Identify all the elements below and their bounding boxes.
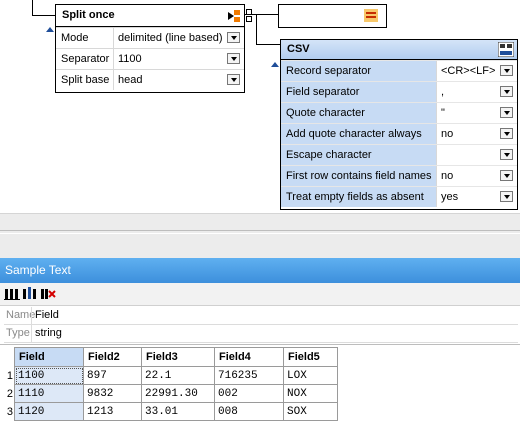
property-label: Treat empty fields as absent <box>281 187 436 207</box>
property-row[interactable]: Add quote character always no <box>281 123 517 144</box>
dropdown-arrow-icon[interactable] <box>500 128 513 139</box>
column-header[interactable]: Field5 <box>283 347 338 367</box>
row-number: 2 <box>6 387 13 400</box>
connector-line <box>32 15 55 16</box>
dropdown-arrow-icon[interactable] <box>500 149 513 160</box>
property-row[interactable]: First row contains field names no <box>281 165 517 186</box>
property-label: Record separator <box>281 61 436 81</box>
panel-title-bar: Sample Text <box>0 258 520 283</box>
dropdown-arrow-icon[interactable] <box>227 74 240 85</box>
table-cell[interactable]: 897 <box>83 366 142 385</box>
type-label: Type <box>6 327 30 339</box>
table-cell[interactable]: 22991.30 <box>141 384 215 403</box>
property-value[interactable]: head <box>113 70 244 90</box>
split-icon[interactable] <box>228 9 240 22</box>
table-cell[interactable]: 002 <box>214 384 284 403</box>
output-port[interactable] <box>246 9 252 15</box>
splitter-handle[interactable] <box>0 230 520 234</box>
name-value[interactable]: Field <box>31 307 59 324</box>
output-node[interactable] <box>278 4 387 28</box>
row-number: 1 <box>6 369 13 382</box>
table-cell[interactable]: NOX <box>283 384 338 403</box>
property-row[interactable]: Separator 1100 <box>56 48 244 69</box>
type-value[interactable]: string <box>31 325 62 342</box>
corner-cell <box>4 347 15 367</box>
property-label: Escape character <box>281 145 436 165</box>
delete-column-icon[interactable] <box>40 286 56 301</box>
panel-toolbar <box>0 283 520 306</box>
property-row[interactable]: Treat empty fields as absent yes <box>281 186 517 207</box>
split-once-header[interactable]: Split once <box>56 5 252 27</box>
column-insert-icon[interactable] <box>22 286 38 301</box>
column-header[interactable]: Field3 <box>141 347 215 367</box>
output-port[interactable] <box>246 16 252 22</box>
property-label: Mode <box>61 32 89 44</box>
table-row[interactable]: 2 1110 9832 22991.30 002 NOX <box>4 384 338 403</box>
property-row[interactable]: Quote character " <box>281 102 517 123</box>
column-header[interactable]: Field4 <box>214 347 284 367</box>
table-cell[interactable]: 1110 <box>14 384 84 403</box>
dropdown-arrow-icon[interactable] <box>500 191 513 202</box>
connector-line <box>256 14 257 45</box>
column-header[interactable]: Field <box>14 347 84 367</box>
property-row[interactable]: Mode delimited (line based) <box>56 27 244 48</box>
property-label: Split base <box>61 74 110 86</box>
csv-header[interactable]: CSV <box>281 40 517 60</box>
property-row[interactable]: Escape character <box>281 144 517 165</box>
table-cell[interactable]: 9832 <box>83 384 142 403</box>
connector-line <box>256 44 280 45</box>
property-row[interactable]: Split base head <box>56 69 244 90</box>
table-cell[interactable]: 716235 <box>214 366 284 385</box>
property-label: First row contains field names <box>281 166 436 186</box>
table-cell[interactable]: 1100 <box>14 366 84 385</box>
split-once-node[interactable]: Split once Mode delimited (line based) S… <box>55 4 252 93</box>
sample-table: Field Field2 Field3 Field4 Field5 1 1100… <box>4 347 338 421</box>
connector-line <box>32 0 33 16</box>
node-title: CSV <box>287 43 310 55</box>
table-row[interactable]: 1 1100 897 22.1 716235 LOX <box>4 366 338 385</box>
dropdown-arrow-icon[interactable] <box>500 170 513 181</box>
name-row: Name Field <box>4 307 518 325</box>
dropdown-arrow-icon[interactable] <box>500 107 513 118</box>
header-row: Field Field2 Field3 Field4 Field5 <box>4 347 338 367</box>
dropdown-arrow-icon[interactable] <box>500 86 513 97</box>
column-split-icon[interactable] <box>4 286 20 301</box>
property-label: Add quote character always <box>281 124 436 144</box>
node-title: Split once <box>62 9 115 21</box>
csv-node[interactable]: CSV Record separator <CR><LF> Field sepa… <box>280 39 518 210</box>
property-value[interactable]: delimited (line based) <box>113 28 244 48</box>
property-label: Separator <box>61 53 110 65</box>
collapse-arrow-icon[interactable] <box>271 62 279 67</box>
splitter-band[interactable] <box>0 213 520 259</box>
property-label: Field separator <box>281 82 436 102</box>
dropdown-arrow-icon[interactable] <box>227 53 240 64</box>
column-header[interactable]: Field2 <box>83 347 142 367</box>
dropdown-arrow-icon[interactable] <box>227 32 240 43</box>
collapse-arrow-icon[interactable] <box>46 27 54 32</box>
field-properties: Name Field Type string <box>0 306 520 343</box>
design-canvas[interactable]: Split once Mode delimited (line based) S… <box>0 0 520 213</box>
property-row[interactable]: Field separator , <box>281 81 517 102</box>
sample-grid: Field Field2 Field3 Field4 Field5 1 1100… <box>0 344 520 421</box>
type-row: Type string <box>4 325 518 343</box>
dropdown-arrow-icon[interactable] <box>500 65 513 76</box>
table-cell[interactable]: 22.1 <box>141 366 215 385</box>
csv-format-icon[interactable] <box>497 41 515 58</box>
text-file-icon[interactable] <box>364 9 378 22</box>
property-value[interactable]: 1100 <box>113 49 244 69</box>
table-cell[interactable]: LOX <box>283 366 338 385</box>
property-label: Quote character <box>281 103 436 123</box>
property-row[interactable]: Record separator <CR><LF> <box>281 60 517 81</box>
